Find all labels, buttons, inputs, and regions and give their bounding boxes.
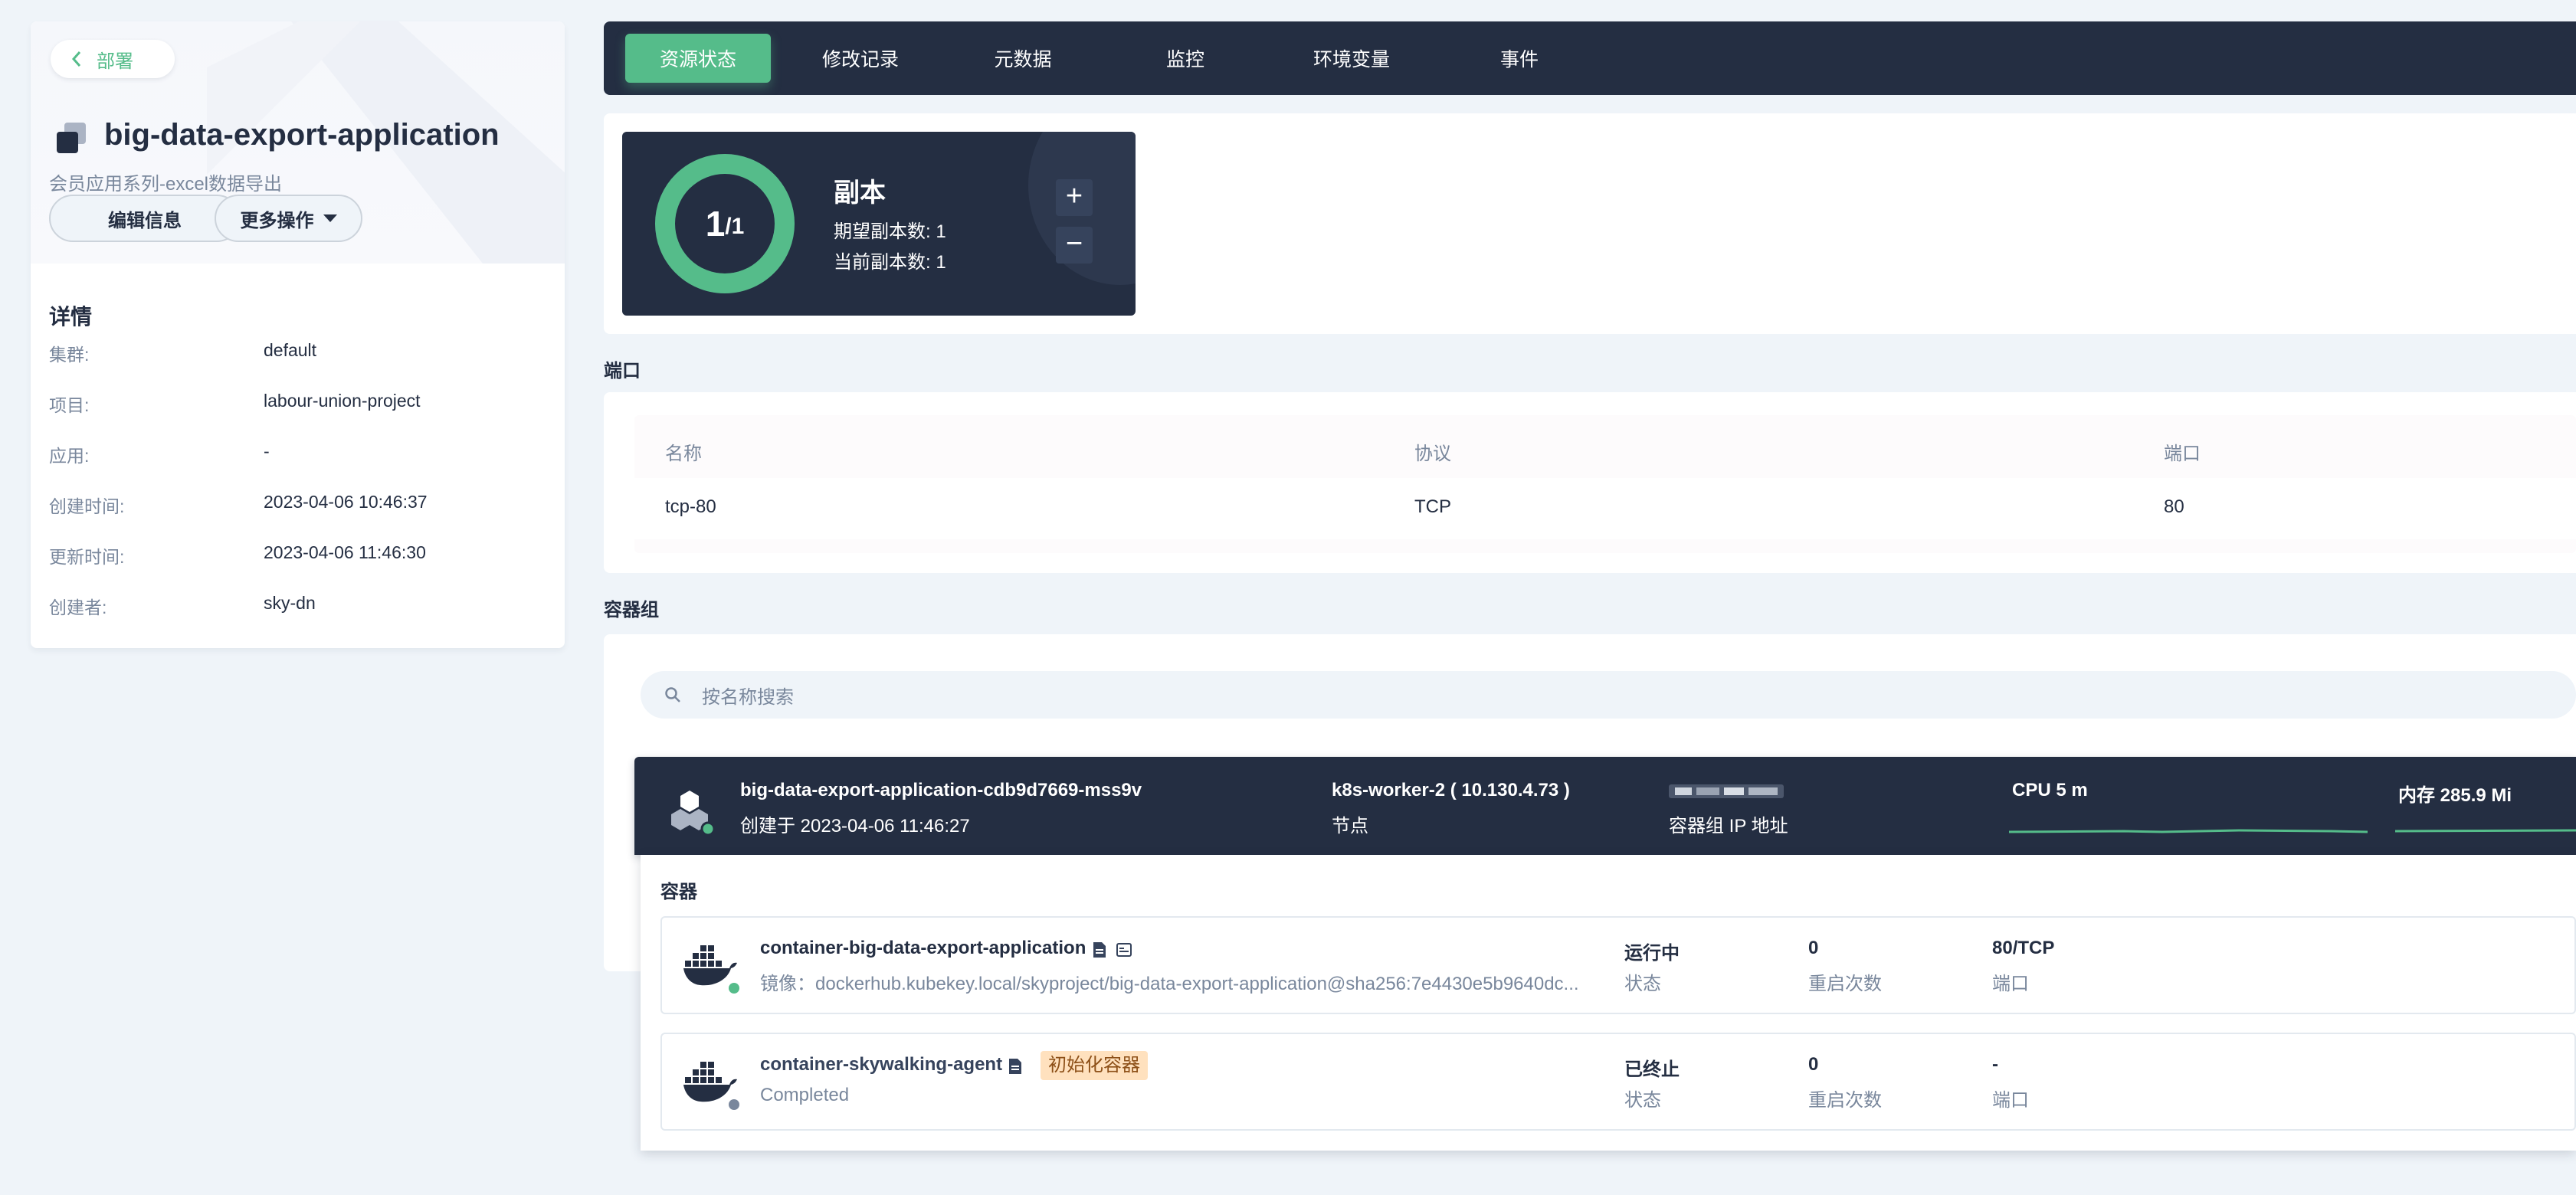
search-input[interactable]: 按名称搜索 — [641, 671, 2576, 719]
pod-ip-label: 容器组 IP 地址 — [1669, 816, 1788, 837]
tab-label: 修改记录 — [821, 49, 899, 70]
cpu-sparkline — [2009, 829, 2368, 833]
pod-icon — [671, 791, 716, 837]
pod-memory: 内存 285.9 Mi — [2398, 785, 2512, 806]
port-number-cell: 80 — [2164, 496, 2184, 517]
detail-value: sky-dn — [264, 593, 316, 613]
container-port: 80/TCP — [1992, 938, 2055, 958]
pods-section-label: 容器组 — [604, 600, 659, 620]
memory-sparkline — [2395, 829, 2576, 833]
edit-info-button[interactable]: 编辑信息 — [49, 195, 241, 242]
containers-label: 容器 — [660, 882, 697, 902]
port-protocol-cell: TCP — [1414, 496, 1451, 517]
container-status-label: 状态 — [1624, 974, 1661, 994]
detail-key: 集群: — [49, 345, 90, 365]
edit-info-label: 编辑信息 — [108, 210, 182, 231]
tab-metadata[interactable]: 元数据 — [958, 34, 1088, 83]
replica-desired: /1 — [725, 214, 745, 239]
port-name-cell: tcp-80 — [665, 496, 716, 517]
detail-key: 应用: — [49, 446, 90, 466]
current-replicas: 当前副本数: 1 — [834, 252, 946, 273]
container-status-label: 状态 — [1624, 1090, 1661, 1111]
container-port-label: 端口 — [1992, 1090, 2029, 1111]
container-card[interactable]: container-big-data-export-application 镜像… — [660, 916, 2576, 1014]
caret-down-icon — [323, 214, 337, 222]
detail-value: 2023-04-06 11:46:30 — [264, 542, 426, 562]
replica-card: 1 /1 副本 期望副本数: 1 当前副本数: 1 + − — [622, 132, 1136, 316]
docker-icon — [683, 945, 739, 994]
column-header-port: 端口 — [2164, 444, 2201, 464]
search-placeholder: 按名称搜索 — [702, 686, 794, 708]
container-state-text: Completed — [760, 1085, 850, 1105]
deployment-icon — [57, 123, 86, 153]
detail-key: 创建时间: — [49, 496, 125, 516]
detail-key: 更新时间: — [49, 547, 125, 567]
more-actions-button[interactable]: 更多操作 — [215, 195, 362, 242]
container-status: 已终止 — [1624, 1059, 1680, 1080]
terminal-icon[interactable] — [1116, 941, 1132, 959]
pod-created: 创建于 2023-04-06 11:46:27 — [740, 816, 970, 837]
details-title: 详情 — [49, 305, 93, 329]
pod-ip-blurred — [1669, 784, 1784, 798]
container-restarts-label: 重启次数 — [1808, 1090, 1882, 1111]
replica-current: 1 — [705, 204, 726, 244]
detail-value: 2023-04-06 10:46:37 — [264, 492, 428, 512]
app-detail-card: 部署 big-data-export-application 会员应用系列-ex… — [31, 21, 565, 648]
logs-icon[interactable] — [1091, 941, 1108, 959]
detail-value: default — [264, 340, 317, 360]
column-header-protocol: 协议 — [1414, 444, 1451, 464]
chevron-left-icon — [71, 51, 81, 67]
scale-up-button[interactable]: + — [1056, 179, 1093, 216]
tab-label: 事件 — [1499, 49, 1539, 70]
ports-section-label: 端口 — [604, 361, 641, 381]
pod-node-label: 节点 — [1332, 816, 1368, 837]
tab-events[interactable]: 事件 — [1462, 34, 1577, 83]
replica-title: 副本 — [834, 178, 886, 208]
pod-row[interactable]: big-data-export-application-cdb9d7669-ms… — [634, 757, 2576, 855]
detail-key: 创建者: — [49, 598, 107, 617]
tab-resource-status[interactable]: 资源状态 — [625, 34, 771, 83]
container-restarts-label: 重启次数 — [1808, 974, 1882, 994]
container-restarts: 0 — [1808, 938, 1819, 958]
detail-value: - — [264, 441, 270, 461]
container-port: - — [1992, 1054, 1998, 1075]
tab-monitoring[interactable]: 监控 — [1128, 34, 1243, 83]
desired-replicas: 期望副本数: 1 — [834, 221, 946, 242]
app-hero: 部署 big-data-export-application 会员应用系列-ex… — [31, 21, 565, 264]
docker-icon — [683, 1062, 739, 1110]
table-row — [634, 478, 2576, 539]
detail-value: labour-union-project — [264, 391, 421, 411]
pod-cpu: CPU 5 m — [2012, 780, 2088, 800]
container-restarts: 0 — [1808, 1054, 1819, 1075]
scale-down-button[interactable]: − — [1056, 227, 1093, 264]
back-button[interactable]: 部署 — [51, 40, 175, 78]
search-icon — [665, 687, 680, 702]
container-card[interactable]: container-skywalking-agent 初始化容器 Complet… — [660, 1033, 2576, 1131]
container-port-label: 端口 — [1992, 974, 2029, 994]
tab-revision-records[interactable]: 修改记录 — [788, 34, 933, 83]
tab-label: 监控 — [1165, 49, 1204, 70]
logs-icon[interactable] — [1007, 1057, 1024, 1076]
pod-name[interactable]: big-data-export-application-cdb9d7669-ms… — [740, 780, 1142, 801]
page-title: big-data-export-application — [104, 118, 500, 152]
pod-node: k8s-worker-2 ( 10.130.4.73 ) — [1332, 780, 1570, 800]
tab-bar: 资源状态 修改记录 元数据 监控 环境变量 事件 — [604, 21, 2576, 95]
container-name: container-skywalking-agent — [760, 1054, 1003, 1075]
back-label: 部署 — [97, 51, 133, 72]
more-actions-label: 更多操作 — [240, 210, 314, 231]
tab-label: 元数据 — [994, 49, 1052, 70]
tab-environment-variables[interactable]: 环境变量 — [1275, 34, 1428, 83]
tab-label: 资源状态 — [659, 49, 736, 70]
tab-label: 环境变量 — [1313, 49, 1390, 70]
replica-count: 1 /1 — [654, 153, 795, 294]
app-description: 会员应用系列-excel数据导出 — [49, 174, 283, 195]
column-header-name: 名称 — [665, 444, 702, 464]
container-name: container-big-data-export-application — [760, 938, 1086, 958]
detail-key: 项目: — [49, 395, 90, 415]
init-container-badge: 初始化容器 — [1041, 1051, 1148, 1080]
container-image: 镜像：dockerhub.kubekey.local/skyproject/bi… — [760, 974, 1579, 994]
container-status: 运行中 — [1624, 943, 1680, 964]
